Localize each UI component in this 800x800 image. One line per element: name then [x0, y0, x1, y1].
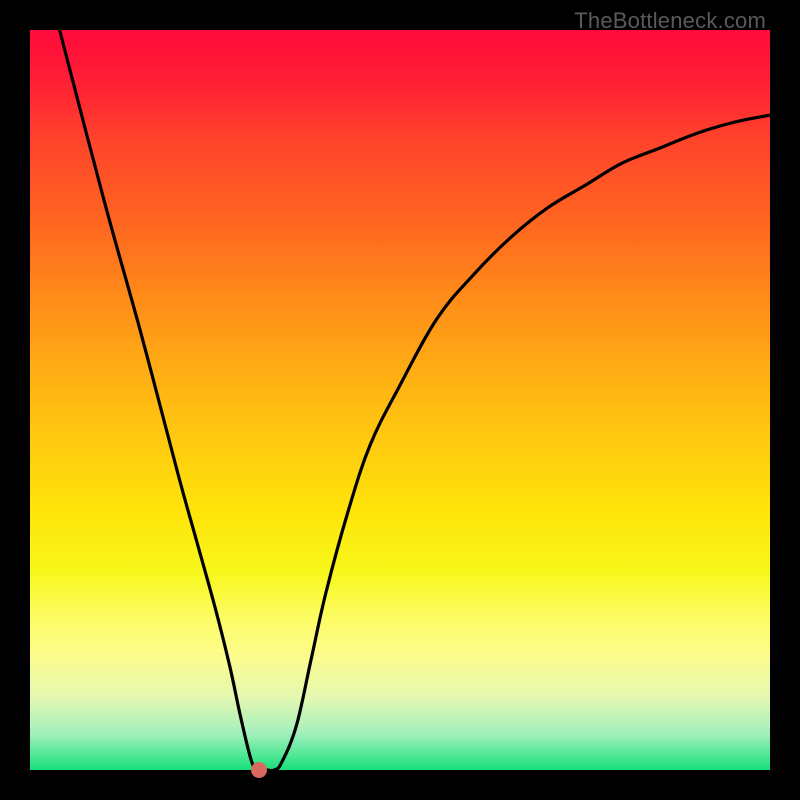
- watermark-text: TheBottleneck.com: [574, 8, 766, 34]
- chart-frame: TheBottleneck.com: [0, 0, 800, 800]
- chart-gradient-canvas: [30, 30, 770, 770]
- minimum-marker-icon: [251, 762, 267, 778]
